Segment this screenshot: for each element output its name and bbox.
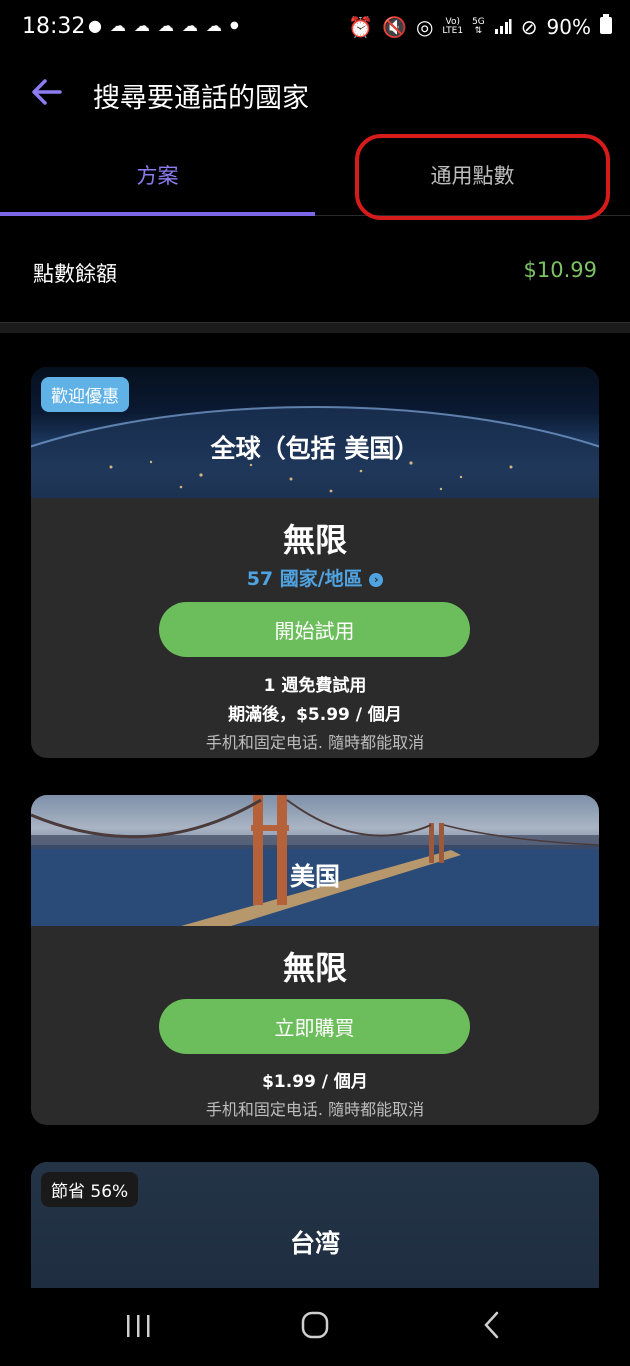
recent-apps-icon — [127, 1315, 150, 1337]
card-region-title: 美国 — [289, 862, 340, 891]
tab-plans[interactable]: 方案 — [0, 160, 315, 214]
plan-name: 無限 — [282, 521, 347, 559]
section-divider — [0, 322, 630, 333]
golden-gate-bridge-image: 美国 — [31, 795, 599, 926]
back-button[interactable] — [30, 75, 64, 109]
card-region-title: 全球（包括 美国） — [210, 434, 420, 463]
app-notification-icon: ☁ — [157, 16, 174, 35]
balance-label: 點數餘額 — [33, 262, 117, 286]
taiwan-image: 節省 56% 台湾 — [31, 1162, 599, 1292]
buy-now-button[interactable]: 立即購買 — [159, 999, 470, 1054]
app-notification-icon: ☁ — [109, 16, 126, 35]
5g-icon: 5G ⇅ — [472, 16, 485, 36]
tab-active-indicator — [0, 212, 315, 216]
welcome-offer-badge: 歡迎優惠 — [41, 377, 129, 412]
app-notification-icon: ☁ — [181, 16, 198, 35]
chevron-left-icon — [484, 1311, 499, 1339]
status-bar: 18:32 ● ☁ ☁ ☁ ☁ ☁ ● ⏰ 🔇 ◎ Vo) LTE1 5G ⇅ ⊘ … — [0, 0, 630, 60]
more-dot-icon: ● — [229, 20, 239, 31]
signal-icon — [494, 15, 512, 39]
status-time: 18:32 — [22, 14, 86, 39]
battery-level: 90% — [546, 14, 591, 39]
home-button[interactable] — [300, 1310, 330, 1344]
balance-value: $10.99 — [523, 258, 597, 282]
system-back-button[interactable] — [480, 1310, 504, 1344]
system-nav-bar — [0, 1288, 630, 1366]
status-right: ⏰ 🔇 ◎ Vo) LTE1 5G ⇅ ⊘ 90% — [348, 14, 612, 39]
plan-name: 無限 — [282, 949, 347, 987]
trial-info: 1 週免費試用 — [263, 676, 367, 696]
page-title: 搜尋要通話的國家 — [93, 83, 309, 114]
recent-apps-button[interactable] — [125, 1312, 153, 1344]
terms-info: 手机和固定电话. 隨時都能取消 — [205, 733, 425, 752]
home-icon — [301, 1311, 329, 1339]
do-not-disturb-icon: ⊘ — [520, 14, 538, 39]
alarm-icon: ⏰ — [348, 14, 374, 39]
hotspot-icon: ◎ — [415, 14, 434, 39]
chat-bubble-icon: ● — [88, 16, 102, 35]
notification-icons: ● ☁ ☁ ☁ ☁ ☁ ● — [88, 16, 239, 35]
start-trial-button[interactable]: 開始試用 — [159, 602, 470, 657]
plan-card-taiwan[interactable]: 節省 56% 台湾 — [31, 1162, 599, 1292]
price-info: $1.99 / 個月 — [262, 1072, 368, 1092]
countries-link[interactable]: 57 國家/地區 › — [31, 564, 599, 591]
volte-icon: Vo) LTE1 — [442, 16, 464, 36]
plan-card-usa[interactable]: 美国 無限 立即購買 $1.99 / 個月 手机和固定电话. 隨時都能取消 — [31, 795, 599, 1125]
annotation-highlight — [355, 134, 610, 220]
price-info: 期滿後，$5.99 / 個月 — [228, 705, 402, 725]
app-notification-icon: ☁ — [133, 16, 150, 35]
savings-badge: 節省 56% — [41, 1172, 139, 1207]
chevron-right-circle-icon: › — [369, 572, 384, 587]
arrow-left-icon — [32, 79, 62, 105]
plan-card-global[interactable]: 歡迎優惠 全球（包括 美国） 無限 57 國家/地區 › 開始試用 1 週免費試… — [31, 367, 599, 758]
mute-icon: 🔇 — [382, 14, 407, 39]
battery-icon — [600, 14, 612, 39]
card-region-title: 台湾 — [289, 1229, 340, 1258]
earth-night-image: 歡迎優惠 全球（包括 美国） — [31, 367, 599, 498]
app-notification-icon: ☁ — [205, 16, 222, 35]
terms-info: 手机和固定电话. 隨時都能取消 — [205, 1100, 425, 1119]
